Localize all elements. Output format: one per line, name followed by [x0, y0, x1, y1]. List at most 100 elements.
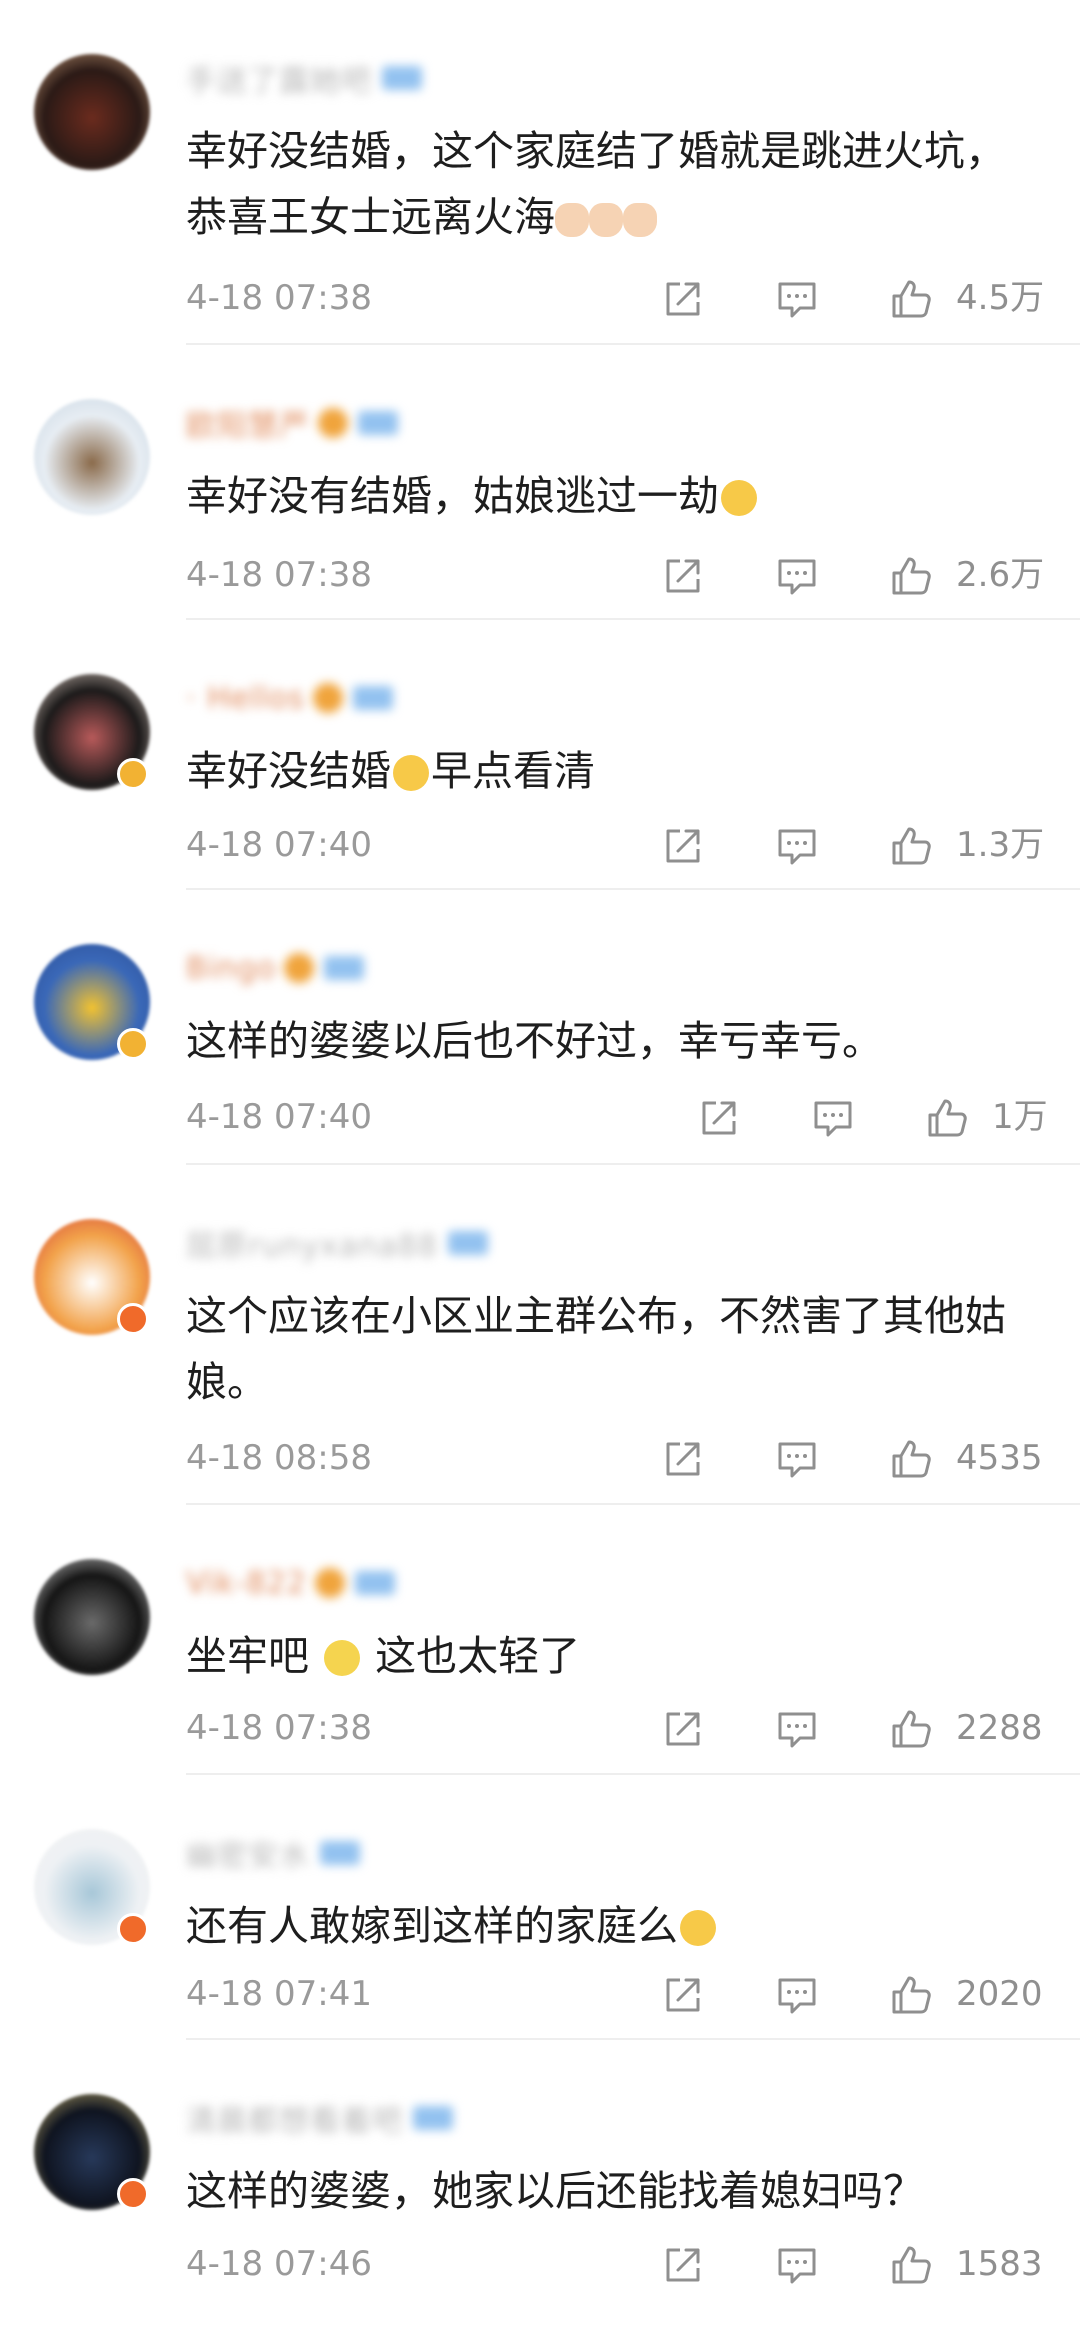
rank-badge-icon: [284, 953, 315, 983]
comment-icon[interactable]: [812, 1097, 854, 1139]
fan-badge-icon: [382, 66, 422, 90]
username-text: 手送了露她吧: [186, 64, 372, 99]
username-text: Vik-822: [186, 1565, 307, 1601]
like-count: 2.6万: [956, 555, 1045, 595]
thumbs-up-icon[interactable]: [890, 1708, 932, 1750]
sad-emoji-icon: [324, 1640, 361, 1676]
verified-badge-icon: [117, 2178, 149, 2210]
username[interactable]: 清晨都想看着吧: [186, 2100, 453, 2139]
thumbs-up-icon[interactable]: [926, 1097, 968, 1139]
username[interactable]: 手送了露她吧: [186, 60, 422, 99]
username-text: Bingo: [186, 950, 277, 986]
username[interactable]: 欧阳慧严: [186, 405, 398, 444]
share-icon[interactable]: [662, 278, 704, 320]
share-icon[interactable]: [662, 825, 704, 867]
comment-item: 欧阳慧严幸好没有结婚，姑娘逃过一劫 4-18 07:38 2.6万: [0, 345, 1080, 620]
like-count: 1583: [956, 2244, 1043, 2284]
comment-text-main: 幸好没有结婚，姑娘逃过一劫: [186, 472, 719, 520]
fan-badge-icon: [352, 686, 393, 710]
comment-icon[interactable]: [776, 555, 818, 597]
username-text: 欧阳慧严: [186, 409, 310, 444]
laugh-cry-emoji-icon: [680, 1910, 716, 1946]
comment-text-main: 这样的婆婆以后也不好过，幸亏幸亏。: [186, 1017, 883, 1065]
verified-badge-icon: [117, 1913, 149, 1945]
comment-item: Vik-822 坐牢吧 这也太轻了 4-18 07:38 2288: [0, 1505, 1080, 1775]
comment-meta: 4-18 08:58 4535: [186, 1428, 1066, 1488]
avatar[interactable]: [34, 54, 150, 170]
comment-meta: 4-18 07:46 1583: [186, 2234, 1066, 2294]
comment-text-main: 坐牢吧: [186, 1632, 323, 1680]
comment-icon[interactable]: [776, 2244, 818, 2286]
comment-meta: 4-18 07:38 4.5万: [186, 268, 1066, 328]
timestamp: 4-18 07:41: [186, 1974, 372, 2014]
like-count: 4535: [956, 1438, 1043, 1478]
comment-icon[interactable]: [776, 278, 818, 320]
thumbs-up-icon[interactable]: [890, 555, 932, 597]
share-icon[interactable]: [662, 1438, 704, 1480]
verified-badge-icon: [117, 1303, 149, 1335]
thumbs-up-icon[interactable]: [890, 2244, 932, 2286]
thumbs-up-icon[interactable]: [890, 825, 932, 867]
comment-icon[interactable]: [776, 825, 818, 867]
thumbs-up-icon[interactable]: [890, 1974, 932, 2016]
timestamp: 4-18 07:38: [186, 278, 372, 318]
like-count: 2020: [956, 1974, 1043, 2014]
rank-badge-icon: [312, 683, 343, 713]
avatar[interactable]: [34, 1559, 150, 1675]
laugh-cry-emoji-icon: [721, 480, 757, 516]
thumbs-up-icon[interactable]: [890, 1438, 932, 1480]
comment-text: 这样的婆婆，她家以后还能找着媳妇吗？: [186, 2158, 1046, 2224]
comment-item: 手送了露她吧 幸好没结婚，这个家庭结了婚就是跳进火坑，恭喜王女士远离火海 4-18 …: [0, 0, 1080, 345]
comment-item: 清晨都想看着吧这样的婆婆，她家以后还能找着媳妇吗？ 4-18 07:46 1583: [0, 2040, 1080, 2325]
username-text: 屈原runyxana88: [186, 1229, 438, 1264]
username[interactable]: Vik-822: [186, 1565, 395, 1601]
comment-text-main: 这样的婆婆，她家以后还能找着媳妇吗？: [186, 2167, 924, 2215]
username-text: · Hellos: [186, 680, 305, 716]
comment-text: 还有人敢嫁到这样的家庭么: [186, 1893, 1046, 1959]
username[interactable]: Bingo: [186, 950, 365, 986]
comment-item: 屈原runyxana88 这个应该在小区业主群公布，不然害了其他姑娘。 4-18 0…: [0, 1165, 1080, 1505]
username[interactable]: · Hellos: [186, 680, 393, 716]
fan-badge-icon: [358, 411, 398, 435]
comment-icon[interactable]: [776, 1438, 818, 1480]
like-count: 1.3万: [956, 825, 1045, 865]
rank-badge-icon: [318, 408, 348, 438]
fan-badge-icon: [324, 956, 365, 980]
share-icon[interactable]: [662, 1708, 704, 1750]
share-icon[interactable]: [698, 1097, 740, 1139]
username[interactable]: 屈原runyxana88: [186, 1225, 488, 1264]
share-icon[interactable]: [662, 1974, 704, 2016]
comment-text: 幸好没有结婚，姑娘逃过一劫: [186, 463, 1046, 529]
comment-meta: 4-18 07:41 2020: [186, 1964, 1066, 2024]
comment-text-after: 早点看清: [431, 747, 595, 795]
comment-item: · Hellos 幸好没结婚 早点看清 4-18 07:40 1.3万: [0, 620, 1080, 890]
timestamp: 4-18 08:58: [186, 1438, 372, 1478]
comment-text-main: 幸好没结婚: [186, 747, 391, 795]
share-icon[interactable]: [662, 2244, 704, 2286]
comment-meta: 4-18 07:40 1.3万: [186, 815, 1066, 875]
timestamp: 4-18 07:38: [186, 1708, 372, 1748]
like-count: 1万: [992, 1097, 1048, 1137]
timestamp: 4-18 07:46: [186, 2244, 372, 2284]
like-count: 2288: [956, 1708, 1043, 1748]
clap-emoji-icon: [589, 203, 623, 237]
thumbs-up-icon[interactable]: [890, 278, 932, 320]
username-text: 幽密安水: [186, 1839, 310, 1874]
comment-text: 这个应该在小区业主群公布，不然害了其他姑娘。: [186, 1283, 1046, 1415]
comment-icon[interactable]: [776, 1974, 818, 2016]
comment-text-main: 这个应该在小区业主群公布，不然害了其他姑娘。: [186, 1292, 1006, 1406]
comment-icon[interactable]: [776, 1708, 818, 1750]
clap-emoji-icon: [555, 203, 589, 237]
username[interactable]: 幽密安水: [186, 1835, 360, 1874]
comment-text: 坐牢吧 这也太轻了: [186, 1623, 1046, 1689]
comment-text-main: 还有人敢嫁到这样的家庭么: [186, 1902, 678, 1950]
share-icon[interactable]: [662, 555, 704, 597]
avatar[interactable]: [34, 399, 150, 515]
comment-text: 幸好没结婚 早点看清: [186, 738, 1046, 804]
laugh-cry-emoji-icon: [393, 755, 429, 791]
clap-emoji-group: [555, 193, 657, 241]
timestamp: 4-18 07:38: [186, 555, 372, 595]
timestamp: 4-18 07:40: [186, 825, 372, 865]
fan-badge-icon: [354, 1571, 395, 1595]
fan-badge-icon: [320, 1841, 360, 1865]
